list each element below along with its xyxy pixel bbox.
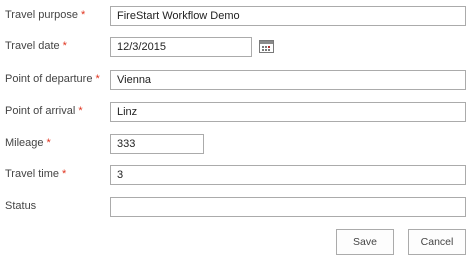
- status-input[interactable]: [110, 197, 466, 217]
- point-of-departure-label: Point of departure *: [5, 73, 100, 85]
- travel-purpose-input[interactable]: FireStart Workflow Demo: [110, 6, 466, 26]
- required-marker: *: [62, 168, 67, 180]
- travel-date-label: Travel date *: [5, 40, 67, 52]
- travel-time-row: Travel time * 3: [0, 163, 474, 187]
- travel-purpose-row: Travel purpose * FireStart Workflow Demo: [0, 4, 474, 28]
- calendar-icon[interactable]: [259, 40, 274, 53]
- point-of-departure-row: Point of departure * Vienna: [0, 68, 474, 92]
- point-of-arrival-row: Point of arrival * Linz: [0, 100, 474, 124]
- point-of-departure-input[interactable]: Vienna: [110, 70, 466, 90]
- status-row: Status: [0, 195, 474, 219]
- travel-date-row: Travel date * 12/3/2015: [0, 35, 474, 59]
- save-button[interactable]: Save: [336, 229, 394, 255]
- status-label: Status: [5, 200, 37, 212]
- required-marker: *: [62, 40, 67, 52]
- required-marker: *: [95, 73, 100, 85]
- travel-purpose-label: Travel purpose *: [5, 9, 86, 21]
- mileage-label: Mileage *: [5, 137, 51, 149]
- point-of-arrival-label: Point of arrival *: [5, 105, 83, 117]
- travel-date-input[interactable]: 12/3/2015: [110, 37, 252, 57]
- travel-time-input[interactable]: 3: [110, 165, 466, 185]
- cancel-button[interactable]: Cancel: [408, 229, 466, 255]
- travel-time-label: Travel time *: [5, 168, 67, 180]
- required-marker: *: [46, 137, 51, 149]
- required-marker: *: [78, 105, 83, 117]
- point-of-arrival-input[interactable]: Linz: [110, 102, 466, 122]
- required-marker: *: [80, 9, 86, 21]
- mileage-input[interactable]: 333: [110, 134, 204, 154]
- mileage-row: Mileage * 333: [0, 132, 474, 156]
